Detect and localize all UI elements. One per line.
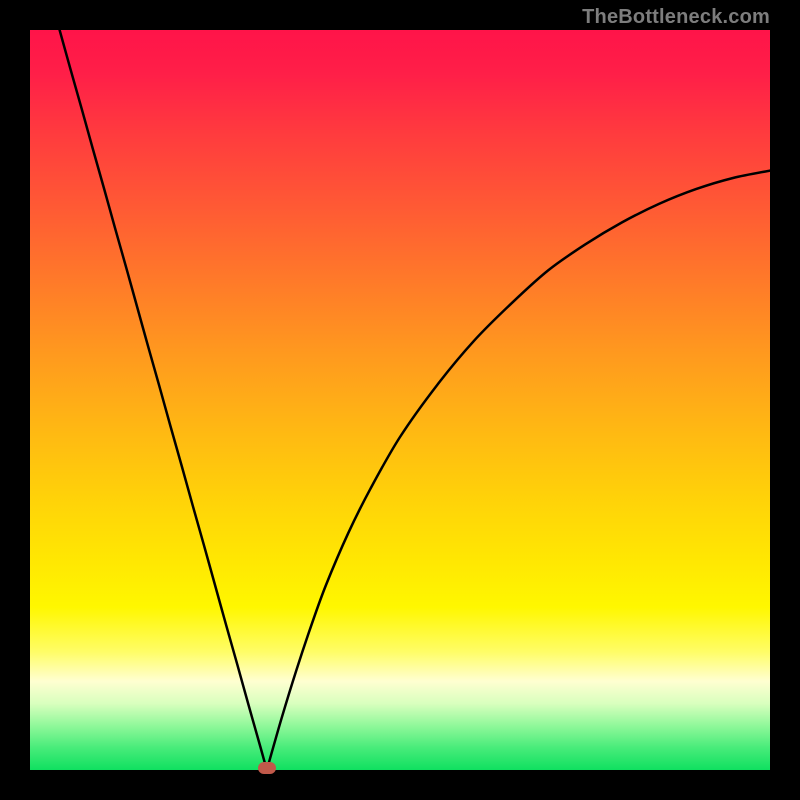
curve-layer: [30, 30, 770, 770]
watermark-text: TheBottleneck.com: [582, 6, 770, 29]
curve-right-branch: [267, 171, 770, 770]
plot-area: [30, 30, 770, 770]
minimum-marker: [258, 762, 276, 774]
chart-frame: TheBottleneck.com: [0, 0, 800, 800]
curve-left-branch: [60, 30, 267, 770]
